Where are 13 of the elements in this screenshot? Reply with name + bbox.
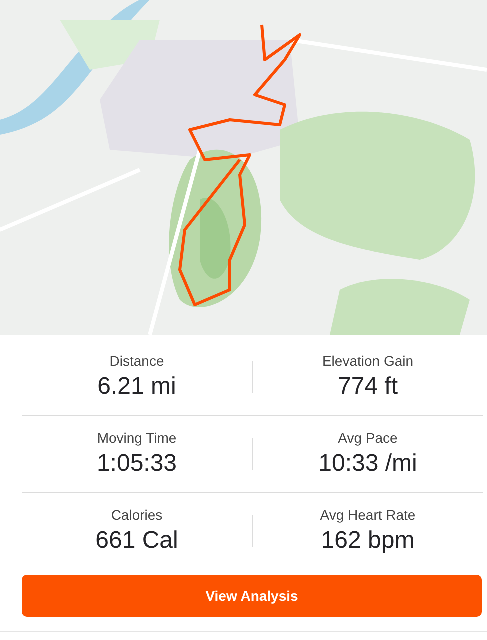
view-analysis-button[interactable]: View Analysis xyxy=(22,575,482,617)
stat-value: 6.21 mi xyxy=(98,373,176,401)
stat-value: 1:05:33 xyxy=(96,450,178,478)
stat-label: Elevation Gain xyxy=(322,353,414,369)
stat-value: 10:33 /mi xyxy=(318,450,418,478)
stat-value: 661 Cal xyxy=(96,527,178,555)
stat-label: Avg Pace xyxy=(338,430,398,446)
stat-label: Calories xyxy=(111,507,163,523)
stat-label: Moving Time xyxy=(97,430,177,446)
stat-label: Distance xyxy=(110,353,164,369)
stat-value: 774 ft xyxy=(338,373,398,401)
stat-value: 162 bpm xyxy=(321,527,415,555)
stat-label: Avg Heart Rate xyxy=(320,507,416,523)
